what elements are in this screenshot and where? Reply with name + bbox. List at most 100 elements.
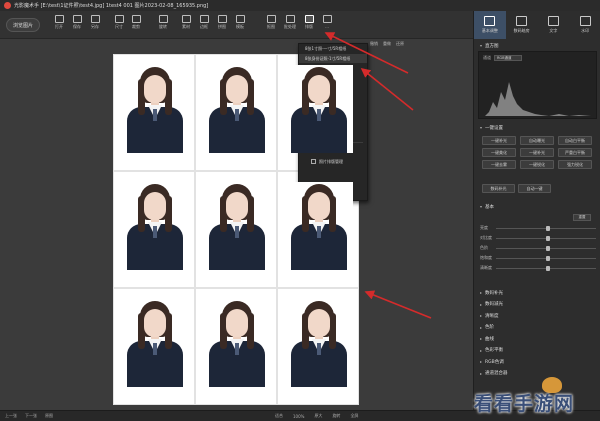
onekey-extra-button[interactable]: 数码补光 — [482, 184, 515, 193]
slider-track[interactable] — [496, 245, 596, 251]
more-icon — [322, 15, 332, 23]
slider-label: 色阶 — [480, 245, 488, 250]
id-photo-cell — [113, 288, 195, 405]
toolbar-label: 打开 — [55, 24, 63, 29]
histogram-graph — [485, 82, 591, 116]
tab-watermark[interactable]: 水印 — [569, 11, 600, 39]
tab-label: 数码暗房 — [513, 28, 530, 33]
onekey-button[interactable]: 自动白平衡 — [558, 136, 592, 145]
basic-sliders: 亮度 对比度 色阶 饱和度 清晰度 — [480, 223, 596, 273]
slider-label: 对比度 — [480, 235, 492, 240]
slider-handle[interactable] — [546, 255, 550, 261]
toolbar-more-button[interactable]: … — [318, 15, 336, 35]
original-button[interactable]: 原图 — [45, 413, 53, 419]
histogram-header[interactable]: 直方图 — [474, 41, 600, 50]
toolbar-template-button[interactable]: 模板 — [231, 15, 249, 35]
id-photo — [121, 299, 189, 387]
toolbar-resize-button[interactable]: 尺寸 — [110, 15, 128, 35]
onekey-button[interactable]: 一键锐化 — [520, 160, 554, 169]
browse-images-button[interactable]: 浏览图片 — [6, 18, 40, 32]
border-icon — [199, 15, 209, 23]
layout-menu-item[interactable]: 8张身份证照-1寸/5R相纸 — [299, 53, 367, 64]
undo-button[interactable]: 撤销 — [370, 41, 378, 47]
main-toolbar: 浏览图片 打开 保存 另存 尺寸 裁剪 旋转 素材 边框 拼图 模板 抠图 批处理 排版… — [0, 11, 473, 39]
slider-row: 对比度 — [480, 233, 596, 243]
slider-track[interactable] — [496, 265, 596, 271]
layout-menu-item[interactable]: 8张1寸照-一寸/5R相纸 — [299, 44, 367, 54]
onekey-button[interactable]: 自动曝光 — [520, 136, 554, 145]
slider-track[interactable] — [496, 255, 596, 261]
restore-button[interactable]: 还原 — [396, 41, 404, 47]
section-header-collapsed[interactable]: 曲线 — [474, 334, 600, 343]
layout-icon — [304, 15, 314, 23]
slider-row: 清晰度 — [480, 263, 596, 273]
fit-button[interactable]: 适合 — [275, 413, 283, 419]
onekey-button[interactable]: 严重白平衡 — [558, 148, 592, 157]
canvas-area: 撤销 重做 还原 — [0, 39, 473, 410]
zoom-controls: 适合 100% 原大 旋转 全屏 — [275, 413, 358, 419]
zoom-100-button[interactable]: 100% — [293, 414, 304, 419]
toolbar-save-as-button[interactable]: 另存 — [86, 15, 104, 35]
onekey-button[interactable]: 一键补光 — [520, 148, 554, 157]
section-header-collapsed[interactable]: 通道混合器 — [474, 369, 600, 378]
onekey-extra-button[interactable]: 自动一键 — [518, 184, 551, 193]
slider-handle[interactable] — [546, 235, 550, 241]
section-header-collapsed[interactable]: 数码补光 — [474, 288, 600, 297]
slider-handle[interactable] — [546, 265, 550, 271]
slider-handle[interactable] — [546, 245, 550, 251]
actual-size-button[interactable]: 原大 — [314, 413, 322, 419]
section-header-collapsed[interactable]: 色阶 — [474, 323, 600, 332]
site-watermark: 看看手游网 — [474, 393, 575, 415]
toolbar-rotate-button[interactable]: 旋转 — [154, 15, 172, 35]
toolbar-border-button[interactable]: 边框 — [195, 15, 213, 35]
text-icon — [547, 16, 559, 26]
tab-camera[interactable]: 数码暗房 — [506, 11, 538, 39]
id-photo — [203, 299, 271, 387]
tab-text[interactable]: 文字 — [538, 11, 570, 39]
basic-header[interactable]: 基本 — [474, 202, 600, 211]
id-photo-cell — [113, 171, 195, 288]
toolbar-save-button[interactable]: 保存 — [68, 15, 86, 35]
photo-sheet — [113, 54, 359, 405]
toolbar-layout-button[interactable]: 排版 — [300, 15, 318, 35]
slider-handle[interactable] — [546, 225, 550, 231]
toolbar-label: 另存 — [91, 24, 99, 29]
rotate-view-button[interactable]: 旋转 — [332, 413, 340, 419]
toolbar-label: 素材 — [182, 24, 190, 29]
section-header-collapsed[interactable]: 数码减光 — [474, 300, 600, 309]
toolbar-label: 边框 — [200, 24, 208, 29]
toolbar-crop-button[interactable]: 裁剪 — [127, 15, 145, 35]
slider-track[interactable] — [496, 235, 596, 241]
toolbar-cutout-button[interactable]: 抠图 — [262, 15, 280, 35]
reset-button[interactable]: 重置 — [573, 214, 591, 221]
onekey-button[interactable]: 一键去雾 — [482, 160, 516, 169]
right-panel: 基本调整数码暗房文字水印 直方图 通道 RGB通道 一键设置 一键补光自动曝光自… — [473, 11, 600, 410]
prev-image-button[interactable]: 上一张 — [5, 413, 17, 419]
section-header-collapsed[interactable]: RGB色调 — [474, 357, 600, 366]
onekey-button[interactable]: 一键补光 — [482, 136, 516, 145]
toolbar-folder-button[interactable]: 打开 — [50, 15, 68, 35]
onekey-header[interactable]: 一键设置 — [474, 123, 600, 132]
tab-adjust[interactable]: 基本调整 — [474, 11, 506, 39]
section-header-collapsed[interactable]: 清晰度 — [474, 311, 600, 320]
canvas-subbar: 撤销 重做 还原 — [370, 39, 473, 49]
slider-track[interactable] — [496, 225, 596, 231]
redo-button[interactable]: 重做 — [383, 41, 391, 47]
toolbar-material-button[interactable]: 素材 — [177, 15, 195, 35]
onekey-button[interactable]: 强力锐化 — [558, 160, 592, 169]
id-photo-cell — [113, 54, 195, 171]
cutout-icon — [266, 15, 276, 23]
next-image-button[interactable]: 下一张 — [25, 413, 37, 419]
toolbar-label: 裁剪 — [132, 24, 140, 29]
toolbar-batch-button[interactable]: 批处理 — [281, 15, 299, 35]
fullscreen-button[interactable]: 全屏 — [350, 413, 358, 419]
section-header-collapsed[interactable]: 色彩平衡 — [474, 346, 600, 355]
layout-manage-item[interactable]: 照片排版管理 — [299, 156, 367, 168]
save-as-icon — [90, 15, 100, 23]
toolbar-label: 尺寸 — [115, 24, 123, 29]
onekey-button[interactable]: 一键美化 — [482, 148, 516, 157]
toolbar-collage-button[interactable]: 拼图 — [213, 15, 231, 35]
id-photo — [121, 65, 189, 153]
tab-label: 文字 — [549, 28, 558, 33]
slider-label: 清晰度 — [480, 265, 492, 270]
